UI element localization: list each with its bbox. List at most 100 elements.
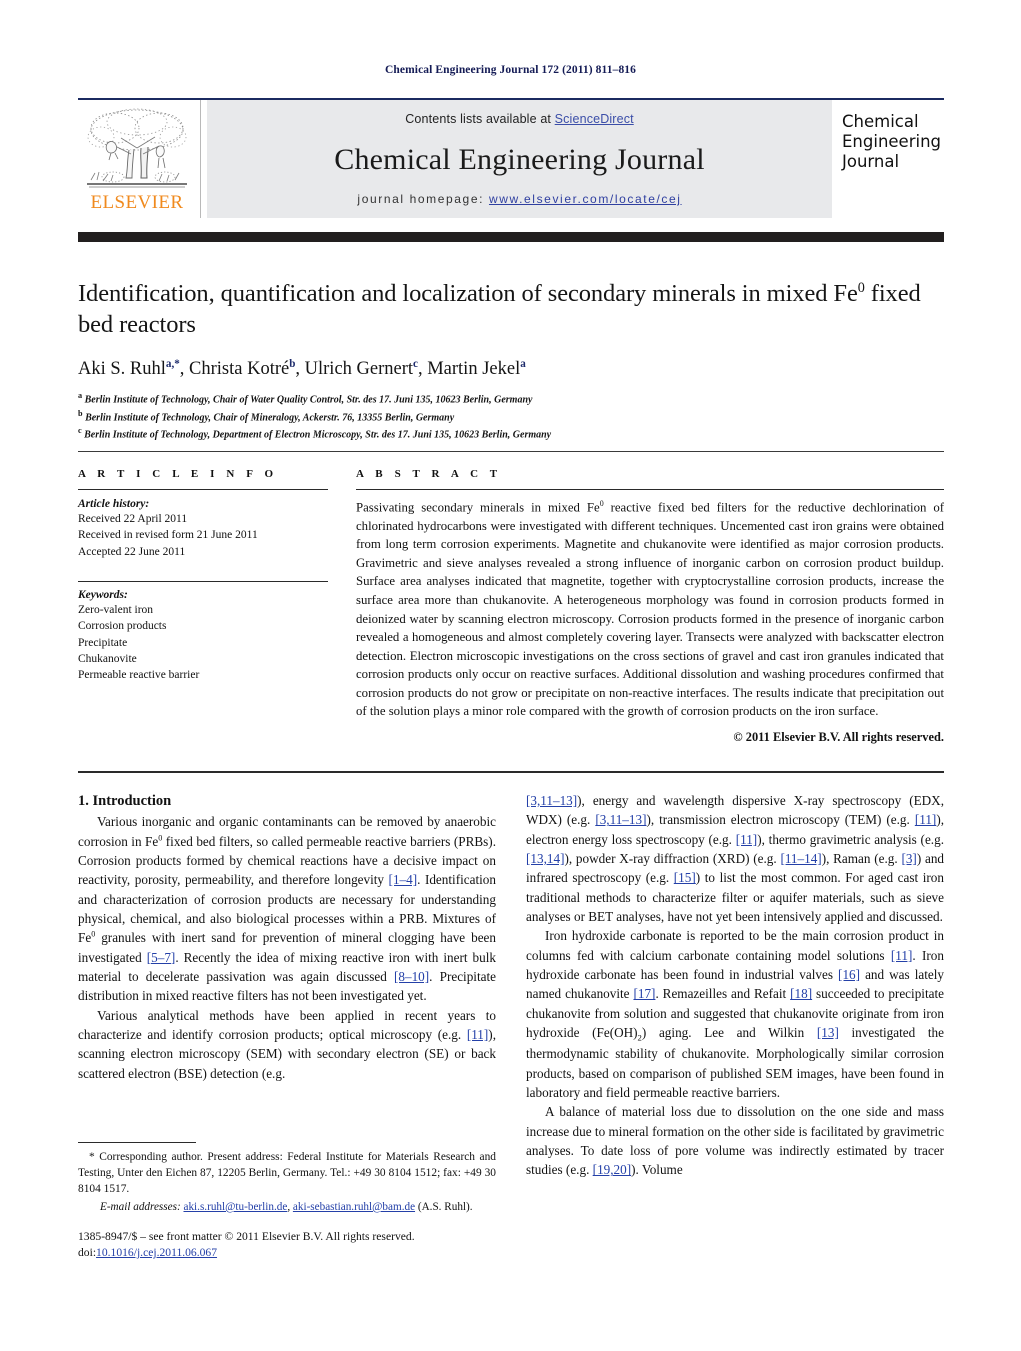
footnote-block: * Corresponding author. Present address:… — [78, 1142, 496, 1216]
author-marks: a — [520, 357, 526, 370]
footnote-rule — [78, 1142, 196, 1143]
citation-link[interactable]: [13] — [817, 1025, 839, 1040]
masthead-divider — [200, 100, 201, 218]
article-history-label: Article history: — [78, 498, 150, 510]
title-superscript: 0 — [857, 279, 865, 296]
keyword-item: Permeable reactive barrier — [78, 669, 200, 682]
journal-homepage-label: journal homepage: — [357, 192, 489, 206]
author-entry: Ulrich Gernertc — [305, 357, 418, 379]
citation-link[interactable]: [11] — [915, 812, 936, 827]
para-text: ), transmission electron microscopy (TEM… — [646, 812, 915, 828]
author-name: Christa Kotré — [189, 358, 290, 379]
abstract-column: A B S T R A C T Passivating secondary mi… — [356, 468, 944, 745]
sciencedirect-link[interactable]: ScienceDirect — [555, 112, 634, 126]
doi-link[interactable]: 10.1016/j.cej.2011.06.067 — [96, 1246, 217, 1259]
abstract-bottom-rule — [78, 771, 944, 773]
email-link-secondary[interactable]: aki-sebastian.ruhl@bam.de — [293, 1201, 415, 1213]
para-text: A balance of material loss due to dissol… — [526, 1104, 944, 1178]
email-link-primary[interactable]: aki.s.ruhl@tu-berlin.de — [183, 1201, 287, 1213]
email-owner: (A.S. Ruhl). — [415, 1200, 473, 1213]
article-history-item: Received in revised form 21 June 2011 — [78, 529, 258, 542]
citation-link[interactable]: [13,14] — [526, 851, 564, 866]
affiliation-mark: a — [78, 390, 83, 400]
contents-lists-line: Contents lists available at ScienceDirec… — [405, 112, 633, 126]
journal-homepage-link[interactable]: www.elsevier.com/locate/cej — [489, 192, 682, 206]
intro-paragraph-1: Various inorganic and organic contaminan… — [78, 812, 496, 1005]
body-column-left: 1. Introduction Various inorganic and or… — [78, 791, 496, 1083]
running-head: Chemical Engineering Journal 172 (2011) … — [385, 64, 636, 76]
masthead-black-bar — [78, 232, 944, 242]
article-history-item: Received 22 April 2011 — [78, 513, 188, 525]
email-addresses-note: E-mail addresses: aki.s.ruhl@tu-berlin.d… — [78, 1200, 496, 1216]
abstract-part-1: Passivating secondary minerals in mixed … — [356, 500, 600, 515]
affiliation-text: Berlin Institute of Technology, Chair of… — [85, 411, 455, 423]
affiliation-text: Berlin Institute of Technology, Departme… — [84, 429, 552, 441]
affiliation-mark: b — [78, 408, 83, 418]
info-top-rule — [78, 451, 944, 452]
intro-paragraph-2-continued: [3,11–13]), energy and wavelength disper… — [526, 791, 944, 926]
masthead-center-panel: Contents lists available at ScienceDirec… — [207, 100, 832, 218]
affiliation-item: c Berlin Institute of Technology, Depart… — [78, 425, 948, 443]
keyword-item: Corrosion products — [78, 620, 167, 633]
citation-link[interactable]: [11] — [736, 832, 757, 847]
para-text: ). Volume — [631, 1162, 683, 1178]
abstract-heading: A B S T R A C T — [356, 468, 502, 480]
para-text: . Remazeilles and Refait — [655, 986, 791, 1002]
citation-link[interactable]: [11] — [467, 1027, 488, 1042]
keywords-rule — [78, 580, 328, 582]
citation-link[interactable]: [5–7] — [147, 950, 176, 965]
para-text: Various analytical methods have been app… — [78, 1007, 496, 1042]
citation-link[interactable]: [11–14] — [780, 851, 821, 866]
para-text: ), Raman (e.g. — [821, 850, 902, 866]
author-name: Martin Jekel — [427, 358, 521, 379]
corresponding-author-note: * Corresponding author. Present address:… — [78, 1151, 496, 1195]
author-entry: Christa Kotréb — [189, 357, 296, 379]
author-marks: c — [413, 357, 418, 370]
section-heading-introduction: 1. Introduction — [78, 793, 172, 809]
citation-link[interactable]: [19,20] — [593, 1162, 631, 1177]
para-text: Iron hydroxide carbonate is reported to … — [526, 928, 944, 963]
citation-link[interactable]: [11] — [891, 948, 912, 963]
abstract-text: Passivating secondary minerals in mixed … — [356, 498, 944, 721]
citation-link[interactable]: [1–4] — [389, 872, 418, 887]
title-block: Identification, quantification and local… — [78, 278, 948, 443]
citation-link[interactable]: [17] — [633, 986, 655, 1001]
issn-doi-block: 1385-8947/$ – see front matter © 2011 El… — [78, 1229, 508, 1261]
keyword-item: Chukanovite — [78, 652, 137, 665]
article-info-heading: A R T I C L E I N F O — [78, 468, 278, 480]
article-history-item: Accepted 22 June 2011 — [78, 545, 186, 558]
journal-masthead: ELSEVIER Contents lists available at Sci… — [78, 98, 944, 218]
citation-link[interactable]: [18] — [790, 986, 812, 1001]
author-marks: a,* — [165, 357, 180, 370]
article-info-column: A R T I C L E I N F O Article history: R… — [78, 468, 328, 684]
author-marks: b — [289, 357, 296, 370]
abstract-part-2: reactive fixed bed filters for the reduc… — [356, 500, 944, 719]
page-title: Identification, quantification and local… — [78, 278, 948, 341]
citation-link[interactable]: [15] — [674, 870, 696, 885]
para-text: ) aging. Lee and Wilkin — [641, 1024, 817, 1040]
doi-line: doi:10.1016/j.cej.2011.06.067 — [78, 1245, 508, 1261]
abstract-rule — [356, 489, 944, 490]
elsevier-tree-icon — [87, 108, 187, 188]
issn-line: 1385-8947/$ – see front matter © 2011 El… — [78, 1230, 415, 1243]
citation-link[interactable]: [8–10] — [394, 969, 429, 984]
masthead-body: ELSEVIER Contents lists available at Sci… — [78, 100, 944, 218]
affiliation-mark: c — [78, 426, 82, 436]
citation-link[interactable]: [16] — [838, 967, 860, 982]
para-text: ), powder X-ray diffraction (XRD) (e.g. — [564, 850, 781, 866]
affiliation-text: Berlin Institute of Technology, Chair of… — [84, 394, 533, 406]
intro-paragraph-4: A balance of material loss due to dissol… — [526, 1102, 944, 1179]
email-addresses-label: E-mail addresses: — [100, 1200, 181, 1213]
title-text-line1: Identification, quantification and local… — [78, 280, 858, 307]
affiliation-item: b Berlin Institute of Technology, Chair … — [78, 408, 948, 426]
journal-homepage-line: journal homepage: www.elsevier.com/locat… — [357, 192, 681, 206]
citation-link[interactable]: [3,11–13] — [526, 793, 577, 808]
citation-link[interactable]: [3] — [901, 851, 916, 866]
author-list: Aki S. Ruhla,*, Christa Kotréb, Ulrich G… — [78, 357, 526, 379]
keyword-item: Zero-valent iron — [78, 603, 154, 616]
journal-cover-title: Chemical Engineering Journal — [842, 112, 941, 172]
abstract-copyright: © 2011 Elsevier B.V. All rights reserved… — [733, 729, 944, 744]
citation-link[interactable]: [3,11–13] — [595, 812, 646, 827]
intro-paragraph-2: Various analytical methods have been app… — [78, 1006, 496, 1083]
